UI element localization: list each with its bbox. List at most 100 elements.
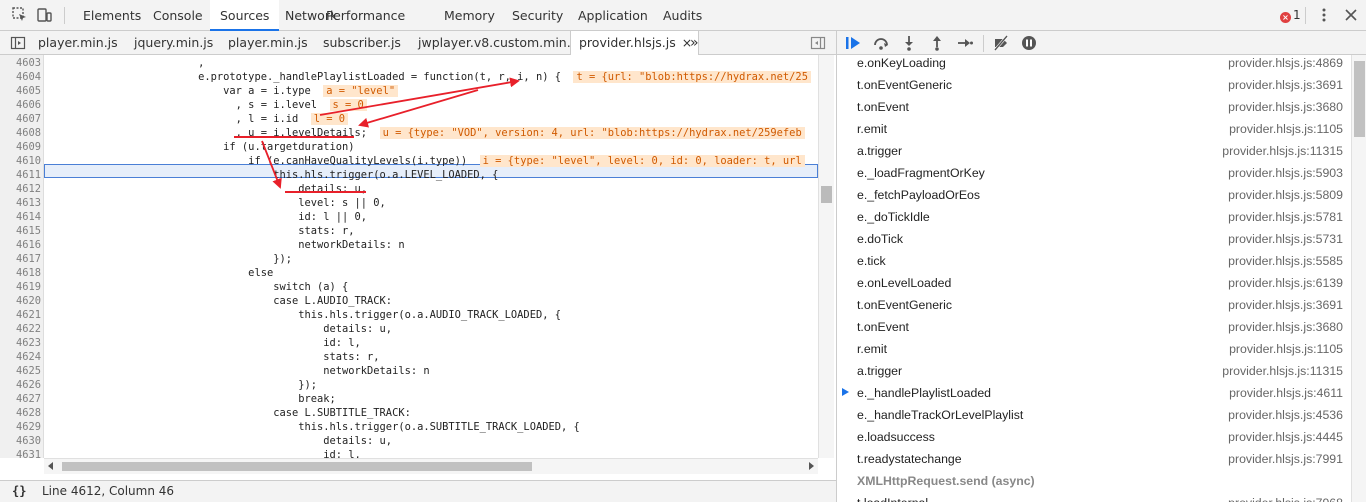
call-frame-location[interactable]: provider.hlsjs.js:1105 xyxy=(1229,338,1343,360)
editor-horizontal-scrollbar[interactable] xyxy=(44,458,818,474)
call-frame-location[interactable]: provider.hlsjs.js:5731 xyxy=(1228,228,1343,250)
inspect-element-icon[interactable] xyxy=(12,7,28,23)
line-number[interactable]: 4614 xyxy=(0,210,41,224)
file-tab[interactable]: subscriber.js xyxy=(323,31,401,55)
call-frame-location[interactable]: provider.hlsjs.js:3680 xyxy=(1228,96,1343,118)
scroll-right-icon[interactable] xyxy=(809,462,814,470)
editor-horizontal-scroll-thumb[interactable] xyxy=(62,462,532,471)
line-number[interactable]: 4619 xyxy=(0,280,41,294)
call-frame[interactable]: e.doTick provider.hlsjs.js:5731 xyxy=(837,228,1351,250)
call-frame[interactable]: t.onEventGeneric provider.hlsjs.js:3691 xyxy=(837,74,1351,96)
file-tab[interactable]: jwplayer.v8.custom.min.js xyxy=(418,31,581,55)
tab-elements[interactable]: Elements xyxy=(73,0,151,31)
line-number[interactable]: 4604 xyxy=(0,70,41,84)
step-over-icon[interactable] xyxy=(873,35,889,51)
step-into-icon[interactable] xyxy=(901,35,917,51)
line-number[interactable]: 4622 xyxy=(0,322,41,336)
call-frame-location[interactable]: provider.hlsjs.js:5781 xyxy=(1228,206,1343,228)
call-frame[interactable]: e._fetchPayloadOrEos provider.hlsjs.js:58… xyxy=(837,184,1351,206)
file-tab[interactable]: provider.hlsjs.js × xyxy=(570,31,700,56)
call-frame[interactable]: a.trigger provider.hlsjs.js:11315 xyxy=(837,140,1351,162)
call-frame-location[interactable]: provider.hlsjs.js:4536 xyxy=(1228,404,1343,426)
line-number-gutter[interactable]: 4603 4604 4605 4606 4607 4608 4609 4610 4611 4612… xyxy=(0,55,44,458)
call-frame[interactable]: e._doTickIdle provider.hlsjs.js:5781 xyxy=(837,206,1351,228)
call-frame[interactable]: e._handlePlaylistLoaded provider.hlsjs.js… xyxy=(837,382,1351,404)
call-frame[interactable]: e._loadFragmentOrKey provider.hlsjs.js:59… xyxy=(837,162,1351,184)
file-tab[interactable]: jquery.min.js xyxy=(134,31,213,55)
call-frame-location[interactable]: provider.hlsjs.js:5585 xyxy=(1228,250,1343,272)
call-frame[interactable]: r.emit provider.hlsjs.js:1105 xyxy=(837,118,1351,140)
sidebar-scrollbar[interactable] xyxy=(1351,55,1366,502)
pause-on-exceptions-icon[interactable] xyxy=(1021,35,1037,51)
line-number[interactable]: 4628 xyxy=(0,406,41,420)
call-frame-location[interactable]: provider.hlsjs.js:4869 xyxy=(1228,52,1343,74)
inline-value-preview[interactable]: u = {type: "VOD", version: 4, url: "blob… xyxy=(379,127,805,139)
call-frame[interactable]: e.onKeyLoading provider.hlsjs.js:4869 xyxy=(837,52,1351,74)
resume-icon[interactable] xyxy=(845,35,861,51)
call-frame[interactable]: t.onEventGeneric provider.hlsjs.js:3691 xyxy=(837,294,1351,316)
sidebar-scroll-thumb[interactable] xyxy=(1354,61,1365,137)
call-frame-location[interactable]: provider.hlsjs.js:3691 xyxy=(1228,74,1343,96)
line-number[interactable]: 4611 xyxy=(0,168,41,182)
call-frame-location[interactable]: provider.hlsjs.js:11315 xyxy=(1222,140,1343,162)
line-number[interactable]: 4606 xyxy=(0,98,41,112)
call-frame-location[interactable]: provider.hlsjs.js:1105 xyxy=(1229,118,1343,140)
call-frame-location[interactable]: provider.hlsjs.js:7968 xyxy=(1228,492,1343,502)
line-number[interactable]: 4618 xyxy=(0,266,41,280)
call-frame[interactable]: r.emit provider.hlsjs.js:1105 xyxy=(837,338,1351,360)
line-number[interactable]: 4616 xyxy=(0,238,41,252)
line-number[interactable]: 4626 xyxy=(0,378,41,392)
step-icon[interactable] xyxy=(957,35,973,51)
line-number[interactable]: 4630 xyxy=(0,434,41,448)
close-devtools-icon[interactable] xyxy=(1343,7,1359,23)
inline-value-preview[interactable]: l = 0 xyxy=(310,113,349,125)
tab-audits[interactable]: Audits xyxy=(653,0,712,31)
pretty-print-button[interactable]: {} xyxy=(12,481,26,501)
line-number[interactable]: 4603 xyxy=(0,56,41,70)
line-number[interactable]: 4627 xyxy=(0,392,41,406)
code-editor[interactable]: 4603 4604 4605 4606 4607 4608 4609 4610 4611 4612… xyxy=(0,55,836,458)
file-tab[interactable]: player.min.js xyxy=(38,31,118,55)
scroll-left-icon[interactable] xyxy=(48,462,53,470)
line-number[interactable]: 4615 xyxy=(0,224,41,238)
call-frame[interactable]: e.tick provider.hlsjs.js:5585 xyxy=(837,250,1351,272)
call-frame-location[interactable]: provider.hlsjs.js:7991 xyxy=(1228,448,1343,470)
line-number[interactable]: 4609 xyxy=(0,140,41,154)
call-frame[interactable]: t.loadInternal provider.hlsjs.js:7968 xyxy=(837,492,1351,502)
call-frame-location[interactable]: provider.hlsjs.js:3691 xyxy=(1228,294,1343,316)
call-frame-location[interactable]: provider.hlsjs.js:4611 xyxy=(1229,382,1343,404)
tab-application[interactable]: Application xyxy=(568,0,658,31)
call-frame-location[interactable]: provider.hlsjs.js:5903 xyxy=(1228,162,1343,184)
call-frame-location[interactable]: provider.hlsjs.js:3680 xyxy=(1228,316,1343,338)
line-number[interactable]: 4621 xyxy=(0,308,41,322)
inline-value-preview[interactable]: i = {type: "level", level: 0, id: 0, loa… xyxy=(479,155,805,167)
device-toolbar-icon[interactable] xyxy=(36,7,52,23)
line-number[interactable]: 4607 xyxy=(0,112,41,126)
call-frame[interactable]: a.trigger provider.hlsjs.js:11315 xyxy=(837,360,1351,382)
line-number[interactable]: 4631 xyxy=(0,448,41,458)
tab-console[interactable]: Console xyxy=(143,0,213,31)
call-frame-location[interactable]: provider.hlsjs.js:11315 xyxy=(1222,360,1343,382)
call-frame-location[interactable]: provider.hlsjs.js:5809 xyxy=(1228,184,1343,206)
line-number[interactable]: 4613 xyxy=(0,196,41,210)
tab-performance[interactable]: Performance xyxy=(316,0,415,31)
line-number[interactable]: 4625 xyxy=(0,364,41,378)
toggle-debugger-icon[interactable] xyxy=(810,35,826,51)
line-number[interactable]: 4624 xyxy=(0,350,41,364)
editor-vertical-scrollbar[interactable] xyxy=(818,55,834,458)
tab-security[interactable]: Security xyxy=(502,0,573,31)
call-frame[interactable]: t.onEvent provider.hlsjs.js:3680 xyxy=(837,316,1351,338)
line-number[interactable]: 4612 xyxy=(0,182,41,196)
file-tab[interactable]: player.min.js xyxy=(228,31,308,55)
call-frame[interactable]: t.onEvent provider.hlsjs.js:3680 xyxy=(837,96,1351,118)
tab-memory[interactable]: Memory xyxy=(434,0,505,31)
step-out-icon[interactable] xyxy=(929,35,945,51)
more-tabs-icon[interactable]: » xyxy=(690,31,699,55)
line-number[interactable]: 4610 xyxy=(0,154,41,168)
line-number[interactable]: 4605 xyxy=(0,84,41,98)
line-number[interactable]: 4608 xyxy=(0,126,41,140)
inline-value-preview[interactable]: s = 0 xyxy=(329,99,367,111)
call-frame[interactable]: e.loadsuccess provider.hlsjs.js:4445 xyxy=(837,426,1351,448)
tab-sources[interactable]: Sources xyxy=(210,0,280,31)
more-options-icon[interactable] xyxy=(1316,7,1332,23)
